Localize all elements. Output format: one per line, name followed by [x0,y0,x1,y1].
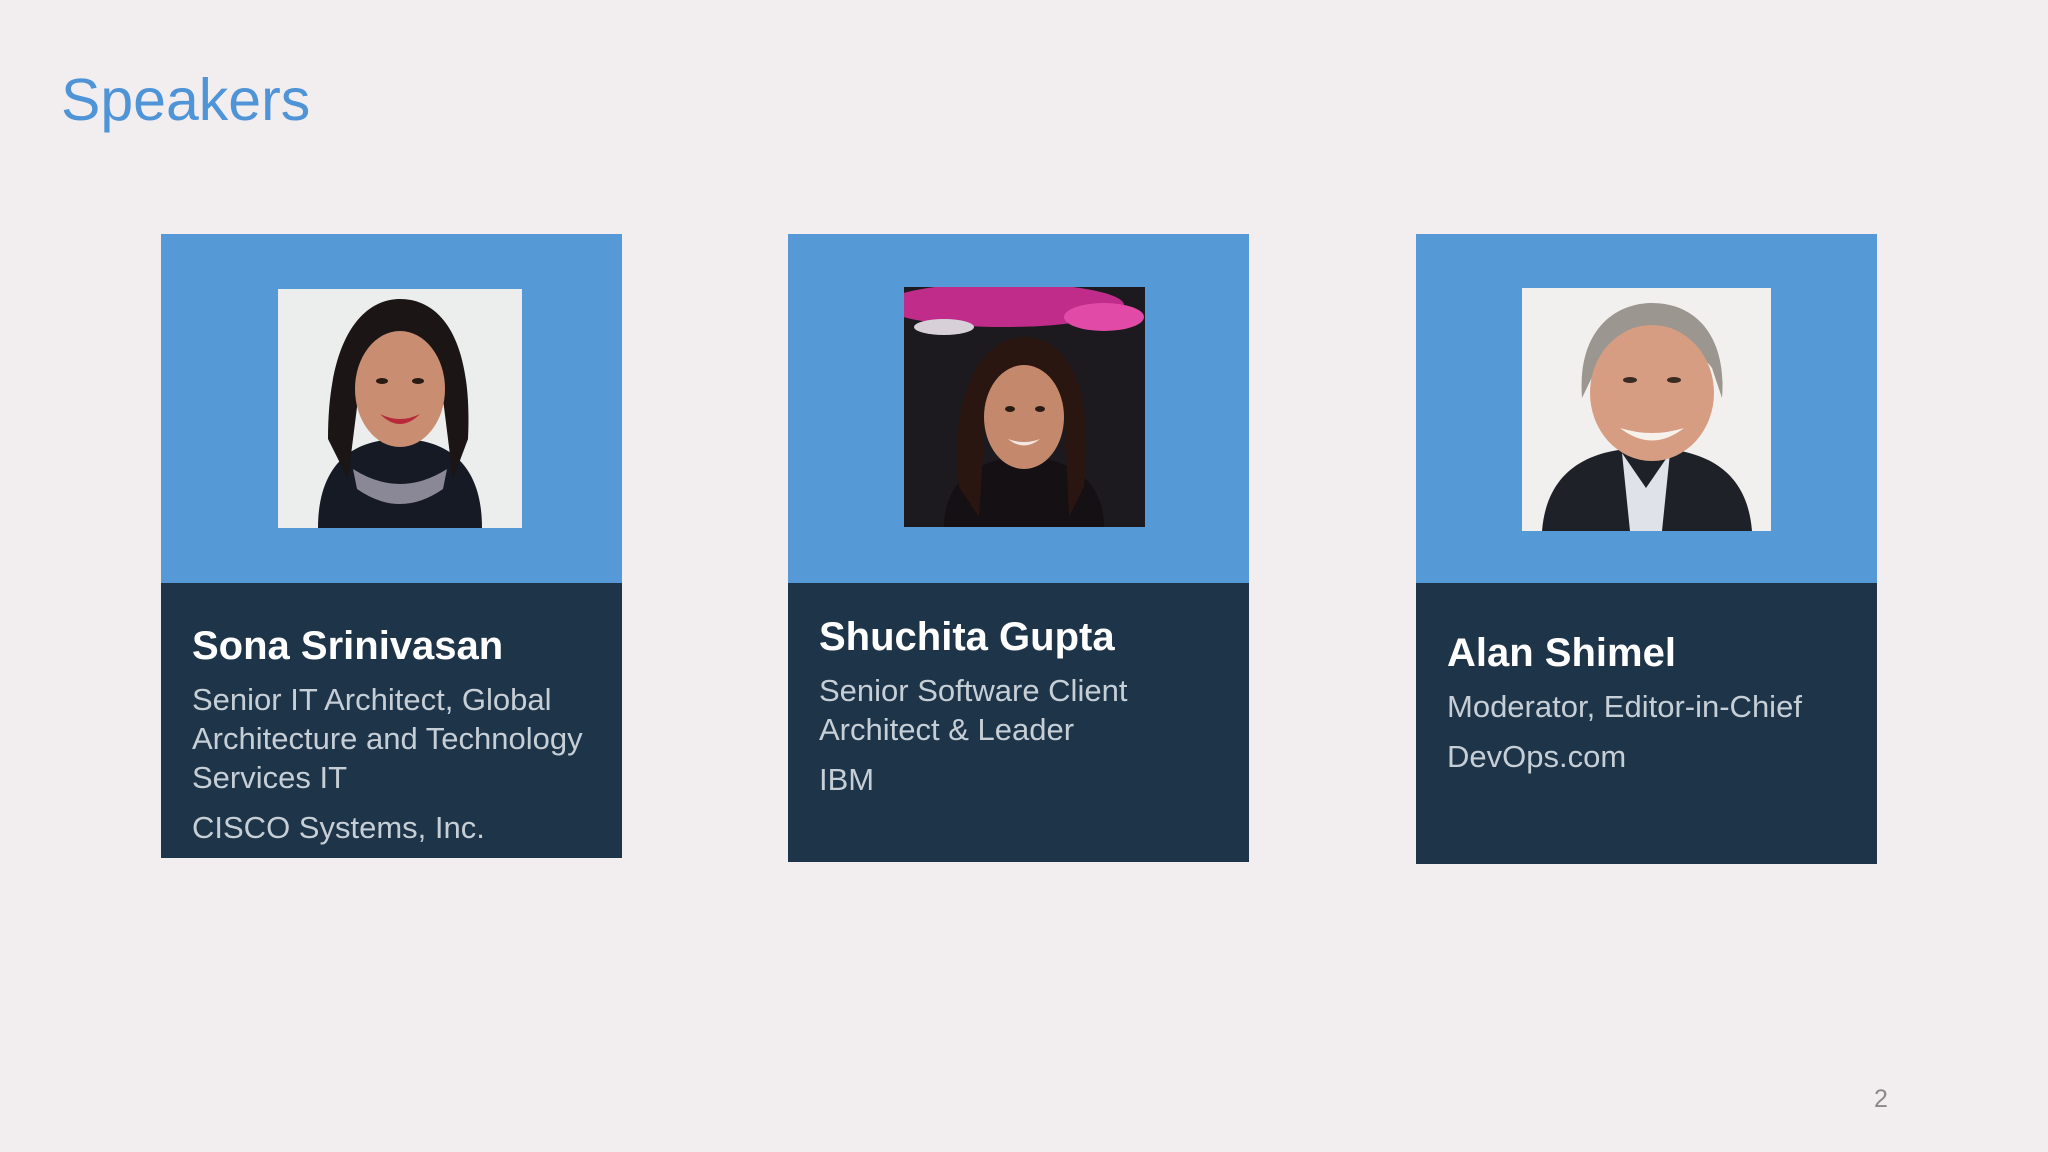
speaker-organization: IBM [819,762,875,797]
card-info-area: Alan Shimel Moderator, Editor-in-Chief D… [1416,583,1877,864]
card-photo-area [161,234,622,583]
speaker-card-alan-shimel: Alan Shimel Moderator, Editor-in-Chief D… [1416,234,1877,864]
speaker-name: Alan Shimel [1447,631,1676,675]
speaker-name: Sona Srinivasan [192,624,504,668]
speaker-card-sona-srinivasan: Sona Srinivasan Senior IT Architect, Glo… [161,234,622,858]
slide-title: Speakers [61,67,311,133]
speaker-organization: CISCO Systems, Inc. [192,810,485,845]
card-info-area: Sona Srinivasan Senior IT Architect, Glo… [161,583,622,858]
page-number: 2 [1874,1085,1888,1113]
card-info-area: Shuchita Gupta Senior Software Client Ar… [788,583,1249,862]
card-photo-area [788,234,1249,583]
speaker-photo [1522,288,1771,531]
speaker-photo [278,289,522,528]
speaker-role: Senior IT Architect, Global Architecture… [192,682,583,795]
speaker-name: Shuchita Gupta [819,615,1115,659]
speaker-card-shuchita-gupta: Shuchita Gupta Senior Software Client Ar… [788,234,1249,862]
speaker-role: Senior Software Client Architect & Leade… [819,673,1128,747]
speaker-organization: DevOps.com [1447,739,1627,774]
speaker-role: Moderator, Editor-in-Chief [1447,689,1802,724]
speaker-photo [904,287,1145,527]
card-photo-area [1416,234,1877,583]
